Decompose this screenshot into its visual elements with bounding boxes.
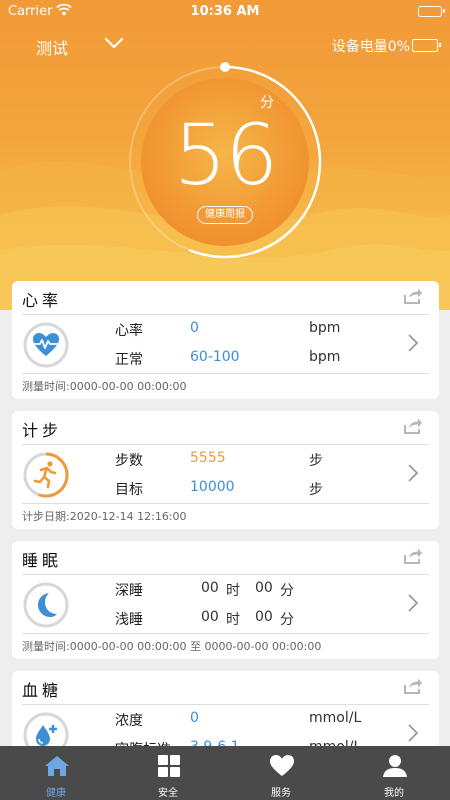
steps-card-title: 计步 xyxy=(22,421,63,440)
deep-sleep-hours: 00 xyxy=(201,580,219,596)
light-sleep-minutes: 00 xyxy=(255,609,273,625)
steps-label: 步数 xyxy=(115,453,143,469)
status-time: 10:36 AM xyxy=(190,4,260,19)
steps-card-header: 计步 xyxy=(12,411,439,443)
heart-icon xyxy=(270,755,294,776)
grid-icon xyxy=(158,755,180,777)
tab-safety[interactable]: 安全 xyxy=(112,746,224,800)
heart-normal-value: 60-100 xyxy=(190,349,240,365)
heart-rate-card[interactable]: 心率 心率 0 bpm 正常 60-100 bpm 测量时间:0000-00-0… xyxy=(12,281,439,399)
title-row: 测试 设备电量0% xyxy=(0,30,450,60)
bottom-tab-bar: 健康 安全 服务 我的 xyxy=(0,746,450,800)
steps-footer: 计步日期:2020-12-14 12:16:00 xyxy=(22,510,187,523)
share-icon[interactable] xyxy=(403,417,423,435)
home-icon xyxy=(45,756,69,776)
gauge-progress-dot xyxy=(220,62,230,72)
sleep-badge xyxy=(23,582,69,628)
sleep-footer: 测量时间:0000-00-00 00:00:00 至 0000-00-00 00… xyxy=(22,640,322,653)
light-sleep-minute-unit: 分 xyxy=(280,612,294,628)
card-divider xyxy=(22,574,429,575)
status-bar: Carrier 10:36 AM xyxy=(0,0,450,24)
tab-safety-label: 安全 xyxy=(158,788,178,799)
chevron-down-icon[interactable] xyxy=(104,36,124,50)
light-sleep-label: 浅睡 xyxy=(115,612,143,628)
heart-rate-card-title: 心率 xyxy=(22,291,63,310)
steps-unit: 步 xyxy=(309,453,323,469)
chevron-right-icon[interactable] xyxy=(407,333,419,353)
weekly-report-button[interactable]: 健康周报 xyxy=(197,206,253,224)
status-battery-icon xyxy=(418,6,445,17)
person-icon xyxy=(383,755,407,777)
steps-goal-unit: 步 xyxy=(309,482,323,498)
chevron-right-icon[interactable] xyxy=(407,593,419,613)
card-divider xyxy=(22,314,429,315)
health-score-value: 56 xyxy=(173,106,279,204)
steps-value: 5555 xyxy=(190,450,226,466)
heart-rate-footer: 测量时间:0000-00-00 00:00:00 xyxy=(22,380,187,393)
deep-sleep-label: 深睡 xyxy=(115,583,143,599)
heart-normal-unit: bpm xyxy=(309,349,341,365)
glucose-value: 0 xyxy=(190,710,199,726)
deep-sleep-hour-unit: 时 xyxy=(226,583,240,599)
light-sleep-hour-unit: 时 xyxy=(226,612,240,628)
moon-icon xyxy=(38,593,57,617)
tab-service-label: 服务 xyxy=(271,788,291,799)
tab-mine[interactable]: 我的 xyxy=(338,746,450,800)
glucose-unit: mmol/L xyxy=(309,710,362,726)
glucose-card-header: 血糖 xyxy=(12,671,439,703)
tab-health[interactable]: 健康 xyxy=(0,746,112,800)
card-divider xyxy=(22,503,429,504)
sleep-card-title: 睡眠 xyxy=(22,551,63,570)
device-name[interactable]: 测试 xyxy=(36,35,68,59)
heart-rate-card-header: 心率 xyxy=(12,281,439,313)
device-battery-label: 设备电量0% xyxy=(331,39,410,55)
glucose-label: 浓度 xyxy=(115,713,143,729)
steps-goal-label: 目标 xyxy=(115,482,143,498)
deep-sleep-minute-unit: 分 xyxy=(280,583,294,599)
glucose-card-title: 血糖 xyxy=(22,681,63,700)
heart-rate-unit: bpm xyxy=(309,320,341,336)
heart-rate-label: 心率 xyxy=(115,323,143,339)
device-battery-icon xyxy=(412,39,441,52)
chevron-right-icon[interactable] xyxy=(407,463,419,483)
running-person-icon xyxy=(33,461,57,489)
light-sleep-hours: 00 xyxy=(201,609,219,625)
heart-rate-badge xyxy=(23,322,69,368)
card-divider xyxy=(22,633,429,634)
tab-health-label: 健康 xyxy=(46,788,66,799)
tab-service[interactable]: 服务 xyxy=(225,746,337,800)
heart-normal-label: 正常 xyxy=(115,352,143,368)
tab-mine-label: 我的 xyxy=(384,788,404,799)
health-header: Carrier 10:36 AM 测试 设备电量0% 56 分 健康周报 xyxy=(0,0,450,310)
sleep-card-header: 睡眠 xyxy=(12,541,439,573)
card-divider xyxy=(22,373,429,374)
steps-card[interactable]: 计步 步数 5555 步 目标 10000 步 计步日期:2020-12-14 … xyxy=(12,411,439,529)
steps-goal-value: 10000 xyxy=(190,479,235,495)
heart-rate-value: 0 xyxy=(190,320,199,336)
health-score-unit: 分 xyxy=(260,95,274,111)
sleep-card[interactable]: 睡眠 深睡 00 时 00 分 浅睡 00 时 00 分 测量时间:0000-0… xyxy=(12,541,439,659)
card-divider xyxy=(22,704,429,705)
deep-sleep-minutes: 00 xyxy=(255,580,273,596)
steps-progress-arc xyxy=(38,452,69,498)
share-icon[interactable] xyxy=(403,547,423,565)
chevron-right-icon[interactable] xyxy=(407,723,419,743)
card-divider xyxy=(22,444,429,445)
steps-badge xyxy=(23,452,69,498)
share-icon[interactable] xyxy=(403,677,423,695)
share-icon[interactable] xyxy=(403,287,423,305)
